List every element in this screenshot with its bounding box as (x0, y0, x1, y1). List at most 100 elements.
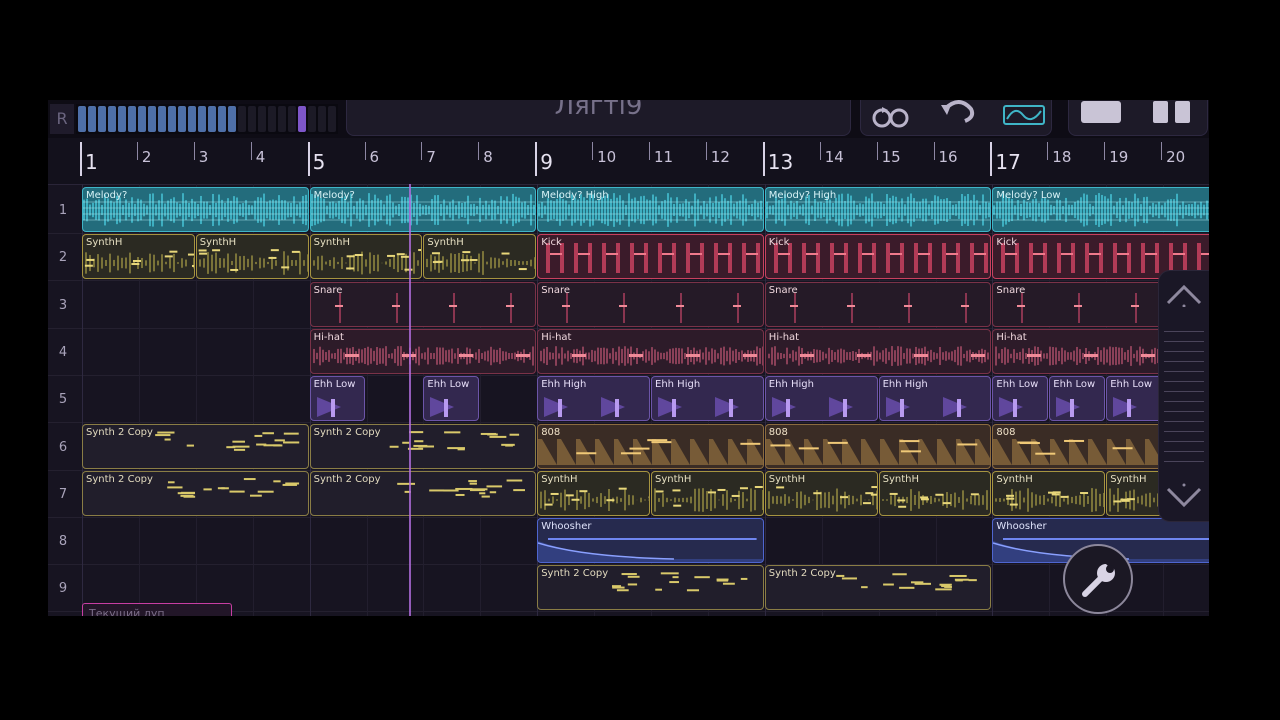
clip-hihat[interactable]: Hi-hat (764, 328, 992, 374)
ruler-bar-label: 2 (141, 148, 152, 166)
tools-button[interactable] (1063, 544, 1133, 614)
current-loop-clip[interactable]: Текущий луп (82, 603, 232, 616)
clip-melody[interactable]: Melody? Low (992, 187, 1209, 232)
clip-synth[interactable]: SynthH (423, 234, 537, 280)
clip-label: SynthH (996, 473, 1033, 485)
clip-hihat[interactable]: Hi-hat (309, 328, 537, 374)
playhead[interactable] (409, 184, 411, 616)
track-number[interactable]: 7 (48, 487, 78, 502)
clip-synth[interactable]: SynthH (195, 234, 309, 280)
pause-icon[interactable] (1153, 101, 1193, 123)
scroll-track-line (1164, 421, 1204, 422)
clip-melody[interactable]: Melody? (82, 187, 309, 232)
clip-snare[interactable]: Snare (537, 281, 764, 327)
clip-ehh[interactable]: Ehh Low (423, 376, 480, 422)
clip-ehh[interactable]: Ehh Low (1106, 376, 1163, 422)
clip-notes[interactable]: Synth 2 Copy (309, 470, 537, 516)
track-number[interactable]: 6 (48, 440, 78, 455)
clip-notes[interactable]: Synth 2 Copy (764, 565, 992, 611)
clip-melody[interactable]: Melody? High (764, 187, 992, 232)
clip-synth[interactable]: SynthH (309, 234, 423, 280)
ruler-tick (193, 142, 195, 160)
meter-segment (78, 106, 86, 132)
track-number[interactable]: 8 (48, 534, 78, 549)
edit-controls (860, 100, 1052, 136)
automation-wave-icon[interactable] (1003, 105, 1045, 125)
ruler-bar-label: 1 (85, 150, 98, 174)
clip-ehh[interactable]: Ehh High (651, 376, 764, 422)
loop-icon[interactable] (869, 103, 913, 129)
clip-synth[interactable]: SynthH (764, 470, 878, 516)
clip-waveform (789, 292, 969, 323)
clip-snare[interactable]: Snare (764, 281, 992, 327)
ruler-bar-label: 6 (369, 148, 380, 166)
clip-waveform (546, 243, 761, 274)
clip-ehh[interactable]: Ehh High (878, 376, 992, 422)
stop-icon[interactable] (1081, 101, 1121, 123)
clip-notes[interactable]: Synth 2 Copy (309, 423, 537, 469)
vertical-scroller[interactable] (1158, 270, 1209, 522)
clip-hihat[interactable]: Hi-hat (537, 328, 764, 374)
clip-label: SynthH (541, 473, 578, 485)
track-number[interactable]: 4 (48, 345, 78, 360)
undo-icon[interactable] (939, 100, 979, 125)
meter-segment (138, 106, 146, 132)
chevron-down-icon[interactable] (1164, 483, 1204, 509)
meter-segment (268, 106, 276, 132)
meter-segment (208, 106, 216, 132)
ruler-tick (80, 142, 82, 176)
clip-synth[interactable]: SynthH (651, 470, 764, 516)
clip-waveform (773, 243, 988, 274)
clip-label: Snare (768, 284, 798, 296)
clip-ehh[interactable]: Ehh High (537, 376, 650, 422)
track-number[interactable]: 5 (48, 392, 78, 407)
clip-label: Ehh Low (427, 379, 470, 391)
meter-segment (178, 106, 186, 132)
clip-melody[interactable]: Melody? (309, 187, 537, 232)
clip-label: SynthH (199, 237, 237, 249)
scroll-track-line (1164, 431, 1204, 432)
clip-ehh[interactable]: Ehh Low (309, 376, 366, 422)
clip-notes[interactable]: Synth 2 Copy (82, 470, 309, 516)
clip-synth[interactable]: SynthH (82, 234, 195, 280)
track-number[interactable]: 9 (48, 581, 78, 596)
meter-segment (228, 106, 236, 132)
track-number[interactable]: 1 (48, 203, 78, 218)
ruler-bar-label: 11 (654, 148, 674, 166)
clip-ehh[interactable]: Ehh Low (1049, 376, 1106, 422)
clip-synth[interactable]: SynthH (537, 470, 650, 516)
clip-waveform (538, 438, 763, 465)
clip-label: Melody? (313, 190, 355, 201)
record-arm-button[interactable]: R (50, 104, 74, 134)
meter-segment (258, 106, 266, 132)
scroll-track[interactable] (1164, 331, 1204, 471)
chevron-up-icon[interactable] (1164, 281, 1204, 307)
clip-notes[interactable]: Synth 2 Copy (82, 423, 309, 469)
meter-segment (248, 106, 256, 132)
top-toolbar: R Лягті9 (48, 100, 1209, 138)
clip-label: Melody? Low (996, 190, 1061, 201)
clip-kick[interactable]: Kick (764, 234, 992, 280)
clip-synth[interactable]: SynthH (992, 470, 1106, 516)
scroll-track-line (1164, 371, 1204, 372)
scroll-track-line (1164, 381, 1204, 382)
clip-synth[interactable]: SynthH (878, 470, 992, 516)
clip-bass808[interactable]: 808 (764, 423, 992, 469)
clip-ehh[interactable]: Ehh Low (992, 376, 1049, 422)
track-number[interactable]: 3 (48, 298, 78, 313)
clip-label: SynthH (313, 237, 350, 249)
clip-notes[interactable]: Synth 2 Copy (537, 565, 764, 611)
clip-label: Melody? High (541, 190, 609, 201)
clip-label: Hi-hat (541, 331, 572, 343)
clip-ehh[interactable]: Ehh High (764, 376, 878, 422)
clip-bass808[interactable]: 808 (537, 423, 764, 469)
clip-kick[interactable]: Kick (537, 234, 764, 280)
ruler-bar-label: 17 (995, 150, 1021, 174)
clip-snare[interactable]: Snare (309, 281, 537, 327)
clip-label: Synth 2 Copy (313, 473, 381, 485)
clip-melody[interactable]: Melody? High (537, 187, 764, 232)
song-title-box[interactable]: Лягті9 (346, 100, 851, 136)
timeline-ruler[interactable]: 1 2 3 4 5 6 7 8 9 10 11 12 13 14 15 16 17 18 19 20 (48, 138, 1209, 185)
track-number[interactable]: 2 (48, 250, 78, 265)
clip-whoosher[interactable]: Whoosher (537, 518, 764, 564)
